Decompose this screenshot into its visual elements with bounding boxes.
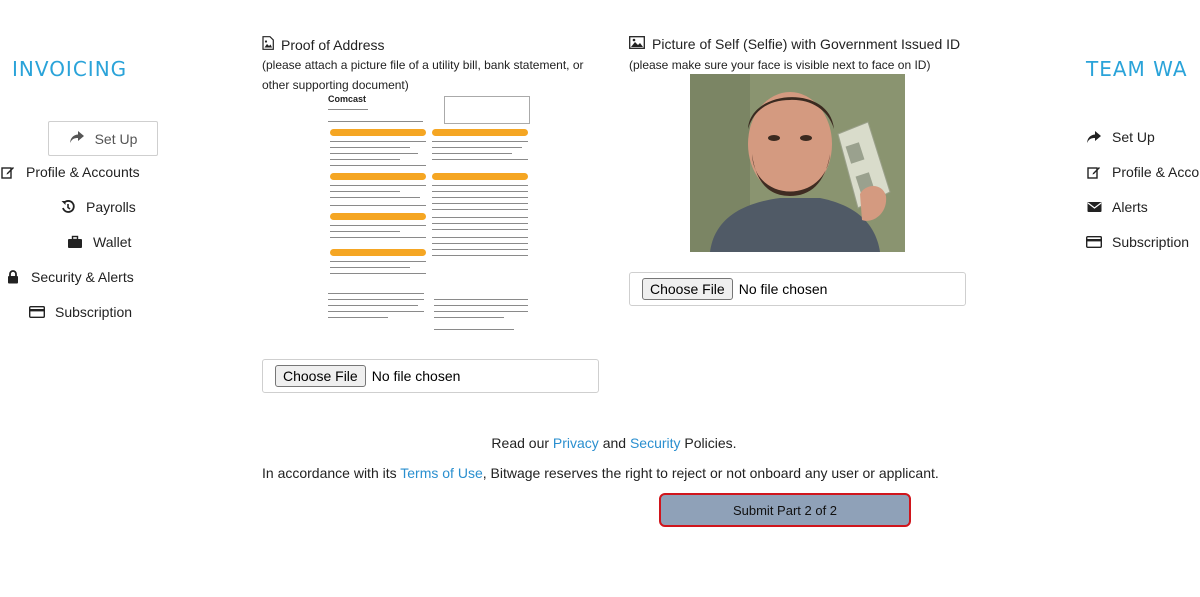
terms-of-use-link[interactable]: Terms of Use bbox=[400, 465, 482, 481]
terms-suffix: , Bitwage reserves the right to reject o… bbox=[482, 465, 939, 481]
proof-of-address-file-status: No file chosen bbox=[371, 368, 461, 384]
right-nav-label: Alerts bbox=[1112, 199, 1148, 215]
left-nav-label: Wallet bbox=[93, 234, 132, 250]
selfie-file-status: No file chosen bbox=[738, 281, 828, 297]
proof-of-address-choose-file-button[interactable]: Choose File bbox=[275, 365, 366, 387]
left-nav-wallet[interactable]: Wallet bbox=[67, 234, 131, 250]
left-nav-profile-accounts[interactable]: Profile & Accounts bbox=[0, 164, 140, 180]
left-nav-label: Subscription bbox=[55, 304, 133, 320]
policies-suffix: Policies. bbox=[684, 435, 737, 451]
credit-card-icon bbox=[1086, 234, 1102, 250]
left-nav-label: Profile & Accounts bbox=[26, 164, 140, 180]
proof-of-address-file-input[interactable]: Choose File No file chosen bbox=[262, 359, 599, 393]
share-arrow-icon bbox=[1086, 129, 1102, 145]
history-icon bbox=[60, 199, 76, 215]
submit-part-2-button[interactable]: Submit Part 2 of 2 bbox=[659, 493, 911, 527]
edit-icon bbox=[0, 164, 16, 180]
right-nav-alerts[interactable]: Alerts bbox=[1086, 199, 1148, 215]
edit-icon bbox=[1086, 164, 1102, 180]
picture-icon bbox=[629, 36, 645, 52]
policies-and: and bbox=[602, 435, 627, 451]
credit-card-icon bbox=[29, 304, 45, 320]
left-nav-label: Security & Alerts bbox=[31, 269, 134, 285]
selfie-note: (please make sure your face is visible n… bbox=[629, 58, 931, 72]
right-nav-setup[interactable]: Set Up bbox=[1086, 129, 1155, 145]
selfie-preview-image bbox=[690, 74, 905, 252]
right-nav-profile-accounts[interactable]: Profile & Accou bbox=[1086, 164, 1200, 180]
selfie-file-input[interactable]: Choose File No file chosen bbox=[629, 272, 966, 306]
lock-icon bbox=[5, 269, 21, 285]
left-nav-security-alerts[interactable]: Security & Alerts bbox=[5, 269, 134, 285]
doc-brand: Comcast bbox=[328, 94, 367, 104]
left-setup-button[interactable]: Set Up bbox=[48, 121, 158, 156]
left-setup-label: Set Up bbox=[94, 130, 138, 147]
right-nav-label: Set Up bbox=[1112, 129, 1155, 145]
security-link[interactable]: Security bbox=[630, 435, 681, 451]
left-nav-payrolls[interactable]: Payrolls bbox=[60, 199, 136, 215]
privacy-link[interactable]: Privacy bbox=[553, 435, 599, 451]
proof-of-address-note: (please attach a picture file of a utili… bbox=[262, 58, 584, 92]
left-nav-label: Payrolls bbox=[86, 199, 136, 215]
selfie-heading: Picture of Self (Selfie) with Government… bbox=[629, 36, 960, 52]
policies-line: Read our Privacy and Security Policies. bbox=[0, 435, 1200, 451]
proof-of-address-heading: Proof of Address bbox=[262, 36, 385, 53]
terms-line: In accordance with its Terms of Use, Bit… bbox=[262, 465, 939, 481]
policies-prefix: Read our bbox=[491, 435, 550, 451]
proof-of-address-title: Proof of Address bbox=[281, 36, 385, 53]
right-nav-title: TEAM WA bbox=[1086, 57, 1188, 81]
right-nav-subscription[interactable]: Subscription bbox=[1086, 234, 1189, 250]
terms-prefix: In accordance with its bbox=[262, 465, 397, 481]
doc-account-box bbox=[444, 96, 530, 124]
image-file-icon bbox=[262, 36, 274, 53]
share-arrow-icon bbox=[69, 130, 85, 147]
selfie-choose-file-button[interactable]: Choose File bbox=[642, 278, 733, 300]
left-nav-subscription[interactable]: Subscription bbox=[29, 304, 132, 320]
envelope-icon bbox=[1086, 199, 1102, 215]
briefcase-icon bbox=[67, 234, 83, 250]
left-nav-title: INVOICING bbox=[12, 57, 128, 81]
utility-bill-preview-image: Comcast bbox=[326, 93, 531, 339]
right-nav-label: Profile & Accou bbox=[1112, 164, 1200, 180]
selfie-title: Picture of Self (Selfie) with Government… bbox=[652, 36, 961, 52]
right-nav-label: Subscription bbox=[1112, 234, 1190, 250]
